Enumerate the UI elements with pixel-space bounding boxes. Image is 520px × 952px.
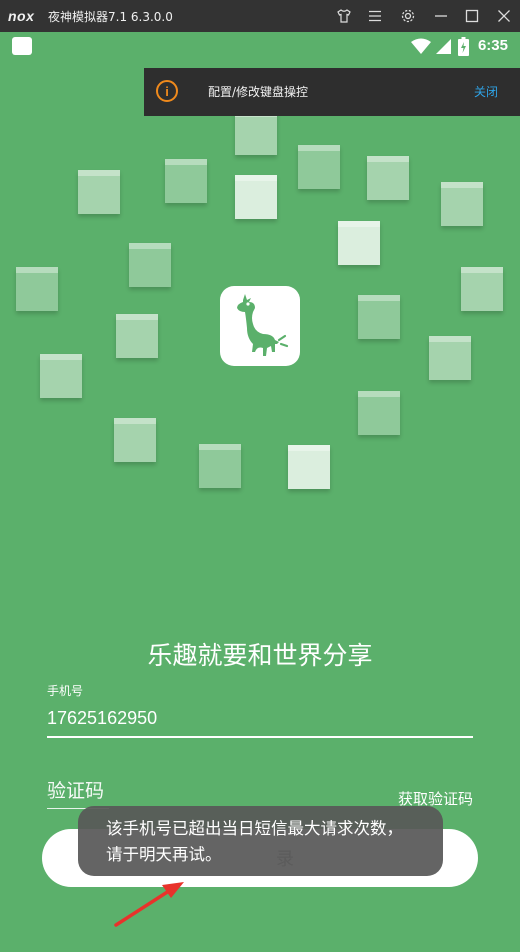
wifi-icon [411, 38, 431, 54]
cube [116, 314, 158, 358]
cube [129, 243, 171, 287]
app-logo [220, 286, 300, 366]
gear-icon[interactable] [397, 5, 419, 27]
status-bar: 6:35 [0, 32, 520, 60]
status-time: 6:35 [477, 37, 508, 54]
slogan: 乐趣就要和世界分享 [147, 641, 373, 670]
maximize-icon[interactable] [461, 5, 483, 27]
cube [40, 354, 82, 398]
info-icon: i [156, 80, 178, 102]
verification-code-input[interactable] [47, 776, 347, 806]
minimize-icon[interactable] [430, 5, 452, 27]
cube [78, 170, 120, 214]
toast-message: 该手机号已超出当日短信最大请求次数，请于明天再试。 [78, 806, 443, 876]
cube [358, 295, 400, 339]
app-screen: 6:35 i 配置/修改键盘操控 关闭 乐趣就要和世界分享 手机号 176251… [0, 32, 520, 952]
close-icon[interactable] [493, 5, 515, 27]
giraffe-icon [237, 294, 289, 356]
phone-label: 手机号 [47, 684, 84, 698]
window-title: 夜神模拟器7.1 6.3.0.0 [48, 10, 173, 24]
cube [288, 445, 330, 489]
nox-logo: nox [8, 8, 35, 24]
phone-input[interactable]: 17625162950 [47, 708, 157, 729]
menu-icon[interactable] [364, 5, 386, 27]
cube [461, 267, 503, 311]
cube [199, 444, 241, 488]
emulator-titlebar: nox 夜神模拟器7.1 6.3.0.0 [0, 0, 520, 32]
cube [367, 156, 409, 200]
banner-text: 配置/修改键盘操控 [208, 85, 309, 99]
cube [441, 182, 483, 226]
cube [16, 267, 58, 311]
cube [358, 391, 400, 435]
battery-icon [458, 37, 469, 56]
cube [235, 175, 277, 219]
phone-input-underline [47, 736, 473, 738]
cube [114, 418, 156, 462]
cube [235, 111, 277, 155]
keymap-banner: i 配置/修改键盘操控 关闭 [144, 68, 520, 116]
signal-icon [436, 39, 451, 54]
cube [298, 145, 340, 189]
notification-app-icon [12, 37, 32, 55]
cube [165, 159, 207, 203]
banner-close-button[interactable]: 关闭 [474, 83, 498, 100]
cube [338, 221, 380, 265]
shirt-icon[interactable] [333, 5, 355, 27]
cube [429, 336, 471, 380]
